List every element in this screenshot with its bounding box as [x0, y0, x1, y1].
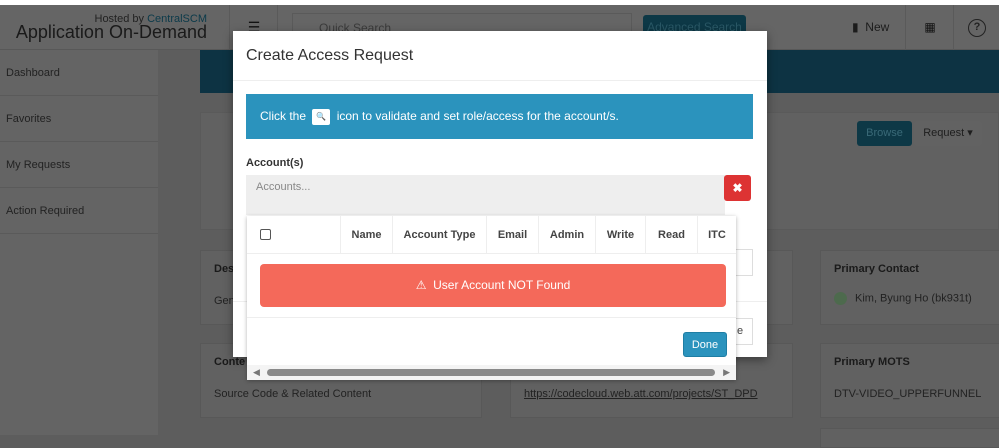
field-edge	[736, 249, 753, 276]
calendar-icon[interactable]: ▦	[907, 5, 954, 50]
column-itc[interactable]: ITC	[698, 216, 736, 254]
column-email[interactable]: Email	[487, 216, 539, 254]
accounts-results-dropdown: Name Account Type Email Admin Write Read…	[247, 216, 736, 380]
card-title: Conte	[214, 356, 246, 368]
brand[interactable]: Hosted by CentralSCM Application On-Dema…	[0, 5, 230, 50]
new-label: New	[865, 20, 890, 34]
contact[interactable]: Kim, Byung Ho (bk931t)	[834, 292, 972, 305]
search-icon: 🔍	[312, 108, 331, 125]
select-all-checkbox[interactable]	[260, 229, 271, 240]
error-alert: ⚠ User Account NOT Found	[260, 264, 726, 307]
column-admin[interactable]: Admin	[539, 216, 596, 254]
scroll-right-icon[interactable]: ▶	[723, 367, 730, 378]
browse-button[interactable]: Browse	[857, 121, 912, 146]
request-dropdown[interactable]: Request ▾	[914, 121, 982, 146]
file-icon: ▮	[852, 20, 859, 34]
scrollbar-thumb[interactable]	[267, 369, 715, 376]
divider	[233, 80, 767, 81]
horizontal-scrollbar[interactable]: ◀ ▶	[247, 365, 736, 380]
info-text: icon to validate and set role/access for…	[336, 109, 619, 123]
warning-icon: ⚠	[415, 278, 427, 292]
clear-accounts-button[interactable]: ✖	[724, 175, 751, 201]
sidebar-item-my-requests[interactable]: My Requests	[0, 142, 158, 188]
new-button[interactable]: ▮ New	[840, 5, 906, 50]
info-text: Click the	[260, 109, 307, 123]
card-value: DTV-VIDEO_UPPERFUNNEL	[834, 388, 982, 400]
sidebar-item-dashboard[interactable]: Dashboard	[0, 50, 158, 96]
accounts-input[interactable]: Accounts...	[246, 175, 725, 215]
contact-name: Kim, Byung Ho (bk931t)	[855, 292, 972, 305]
column-name[interactable]: Name	[341, 216, 393, 254]
column-read[interactable]: Read	[646, 216, 698, 254]
repo-link[interactable]: https://codecloud.web.att.com/projects/S…	[524, 388, 758, 400]
scroll-left-icon[interactable]: ◀	[253, 367, 260, 378]
card-value: Source Code & Related Content	[214, 388, 372, 400]
primary-contact-card: Primary Contact Kim, Byung Ho (bk931t)	[820, 250, 999, 325]
sidebar-item-action-required[interactable]: Action Required	[0, 188, 158, 234]
card	[820, 428, 999, 448]
column-account-type[interactable]: Account Type	[393, 216, 487, 254]
results-table-header: Name Account Type Email Admin Write Read…	[247, 216, 736, 254]
modal-title: Create Access Request	[246, 47, 414, 64]
column-write[interactable]: Write	[596, 216, 646, 254]
card-title: Des	[214, 263, 235, 275]
accounts-label: Account(s)	[246, 157, 304, 169]
primary-mots-card: Primary MOTS DTV-VIDEO_UPPERFUNNEL	[820, 343, 999, 418]
hidden-button-edge[interactable]: e	[736, 318, 753, 345]
alert-text: User Account NOT Found	[433, 278, 571, 292]
done-button[interactable]: Done	[683, 332, 727, 357]
avatar	[834, 292, 847, 305]
sidebar: Dashboard Favorites My Requests Action R…	[0, 50, 158, 435]
sidebar-item-favorites[interactable]: Favorites	[0, 96, 158, 142]
card-value: Gen	[214, 295, 235, 307]
help-icon[interactable]: ?	[968, 19, 986, 37]
card-title: Primary MOTS	[834, 356, 910, 368]
app-name: Application On-Demand	[15, 22, 207, 42]
card-title: Primary Contact	[834, 263, 919, 275]
divider	[247, 317, 736, 318]
select-all-column	[247, 216, 341, 254]
info-banner: Click the 🔍 icon to validate and set rol…	[246, 94, 753, 139]
